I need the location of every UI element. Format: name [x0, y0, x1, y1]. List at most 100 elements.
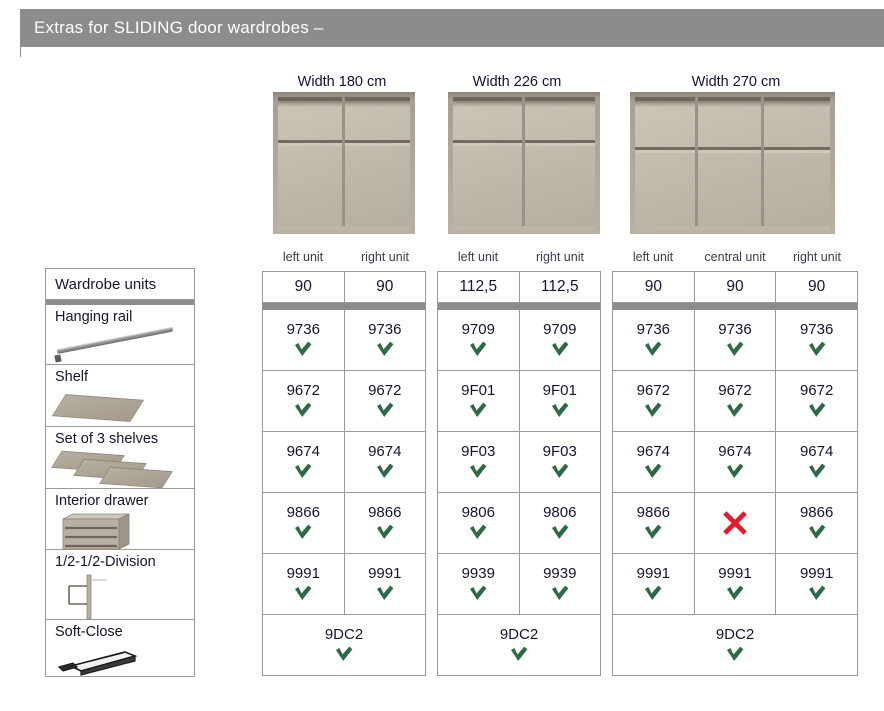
cell-180-left-hanging-rail[interactable]: 9736: [262, 309, 345, 371]
cell-270-central-interior-drawer-unavailable[interactable]: [693, 492, 777, 554]
wardrobe-image-270: [630, 92, 835, 234]
code-label: 9866: [636, 504, 671, 522]
cell-226-right-hanging-rail[interactable]: 9709: [518, 309, 601, 371]
check-icon: [613, 462, 694, 480]
unit-caption-270-central: central unit: [704, 250, 766, 264]
legend-item-half-division[interactable]: 1/2-1/2-Division: [46, 550, 194, 620]
cell-width-226-right: 112,5: [518, 271, 601, 303]
check-icon: [613, 401, 694, 419]
check-icon: [776, 523, 857, 541]
cell-270-left-set-of-3-shelves[interactable]: 9674: [612, 431, 695, 493]
code-label: 9674: [799, 443, 834, 461]
cell-270-left-hanging-rail[interactable]: 9736: [612, 309, 695, 371]
header-underline-tick: [20, 47, 21, 57]
check-icon: [613, 645, 857, 663]
cell-226-left-interior-drawer[interactable]: 9806: [437, 492, 520, 554]
page-header-bar: Extras for SLIDING door wardrobes –: [20, 9, 884, 47]
cell-226-left-set-of-3-shelves[interactable]: 9F03: [437, 431, 520, 493]
table-row: 9674 9674 9674: [612, 431, 858, 493]
cell-270-right-interior-drawer[interactable]: 9866: [775, 492, 858, 554]
table-row: 9672 9672: [262, 370, 426, 432]
cell-180-left-half-division[interactable]: 9991: [262, 553, 345, 615]
table-row: 9672 9672 9672: [612, 370, 858, 432]
check-icon: [613, 584, 694, 602]
cell-226-soft-close[interactable]: 9DC2: [437, 614, 601, 676]
legend-item-soft-close[interactable]: Soft-Close: [46, 620, 194, 676]
cell-270-central-shelf[interactable]: 9672: [693, 370, 777, 432]
cell-226-right-interior-drawer[interactable]: 9806: [518, 492, 601, 554]
cell-226-right-set-of-3-shelves[interactable]: 9F03: [518, 431, 601, 493]
check-icon: [438, 340, 519, 358]
cell-180-left-set-of-3-shelves[interactable]: 9674: [262, 431, 345, 493]
cell-180-right-shelf[interactable]: 9672: [343, 370, 426, 432]
legend-item-label: Shelf: [55, 369, 89, 385]
code-label: 9736: [286, 321, 320, 339]
check-icon: [613, 523, 694, 541]
cell-226-left-half-division[interactable]: 9939: [437, 553, 520, 615]
cell-270-right-half-division[interactable]: 9991: [775, 553, 858, 615]
hanging-rail-icon: [54, 326, 194, 367]
code-label: 9709: [461, 321, 495, 339]
cell-270-central-half-division[interactable]: 9991: [693, 553, 777, 615]
table-row: 9806 9806: [437, 492, 601, 554]
cell-270-left-interior-drawer[interactable]: 9866: [612, 492, 695, 554]
legend-item-shelf[interactable]: Shelf: [46, 365, 194, 427]
cell-180-left-shelf[interactable]: 9672: [262, 370, 345, 432]
table-row: 9991 9991: [262, 553, 426, 615]
cell-270-central-hanging-rail[interactable]: 9736: [693, 309, 777, 371]
cell-270-left-half-division[interactable]: 9991: [612, 553, 695, 615]
cell-width-226-left: 112,5: [437, 271, 520, 303]
code-label: 9866: [286, 504, 320, 522]
code-label: 9DC2: [324, 626, 364, 644]
cell-270-right-hanging-rail[interactable]: 9736: [775, 309, 858, 371]
soft-close-icon: [55, 644, 194, 676]
legend-item-label: Soft-Close: [55, 624, 123, 640]
code-label: 9991: [368, 565, 402, 583]
cell-180-left-interior-drawer[interactable]: 9866: [262, 492, 345, 554]
cell-270-soft-close[interactable]: 9DC2: [612, 614, 858, 676]
cell-180-soft-close[interactable]: 9DC2: [262, 614, 426, 676]
check-icon: [263, 401, 344, 419]
check-icon: [520, 340, 601, 358]
code-label: 9F01: [542, 382, 577, 400]
legend-item-hanging-rail[interactable]: Hanging rail: [46, 305, 194, 365]
three-shelves-icon: [51, 450, 194, 489]
cell-width-180-right: 90: [343, 271, 426, 303]
cell-226-right-half-division[interactable]: 9939: [518, 553, 601, 615]
table-row-soft-close: 9DC2: [262, 614, 426, 676]
cell-180-right-interior-drawer[interactable]: 9866: [343, 492, 426, 554]
unit-caption-270-right: right unit: [793, 250, 841, 264]
check-icon: [613, 340, 694, 358]
legend-item-set-of-3-shelves[interactable]: Set of 3 shelves: [46, 427, 194, 489]
interior-drawer-icon: [55, 513, 194, 551]
code-label: 9991: [286, 565, 320, 583]
shelf-icon: [51, 389, 194, 427]
cell-180-right-hanging-rail[interactable]: 9736: [343, 309, 426, 371]
cell-226-left-hanging-rail[interactable]: 9709: [437, 309, 520, 371]
cell-226-right-shelf[interactable]: 9F01: [518, 370, 601, 432]
cross-icon: [695, 508, 776, 538]
code-label: 9991: [636, 565, 671, 583]
cell-180-right-set-of-3-shelves[interactable]: 9674: [343, 431, 426, 493]
check-icon: [695, 584, 776, 602]
check-icon: [520, 584, 601, 602]
code-label: 9DC2: [715, 626, 755, 644]
table-row: 9866 9866: [612, 492, 858, 554]
cell-270-central-set-of-3-shelves[interactable]: 9674: [693, 431, 777, 493]
table-row-widths: 90 90: [262, 271, 426, 303]
cell-270-left-shelf[interactable]: 9672: [612, 370, 695, 432]
cell-270-right-set-of-3-shelves[interactable]: 9674: [775, 431, 858, 493]
code-label: 9674: [286, 443, 320, 461]
code-label: 9736: [636, 321, 671, 339]
code-label: 9DC2: [499, 626, 539, 644]
cell-226-left-shelf[interactable]: 9F01: [437, 370, 520, 432]
check-icon: [345, 584, 426, 602]
unit-caption-180-right: right unit: [361, 250, 409, 264]
code-label: 9674: [718, 443, 752, 461]
check-icon: [520, 523, 601, 541]
table-separator: [262, 302, 426, 310]
check-icon: [263, 645, 425, 663]
legend-item-interior-drawer[interactable]: Interior drawer: [46, 489, 194, 550]
cell-270-right-shelf[interactable]: 9672: [775, 370, 858, 432]
cell-180-right-half-division[interactable]: 9991: [343, 553, 426, 615]
